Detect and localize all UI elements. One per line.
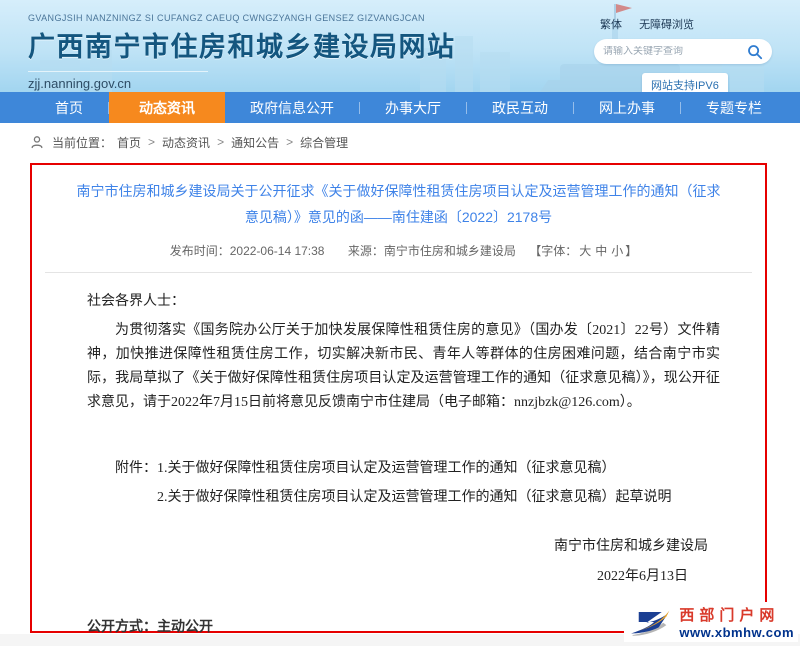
article-title: 南宁市住房和城乡建设局关于公开征求《关于做好保障性租赁住房项目认定及运营管理工作… bbox=[70, 178, 727, 230]
ipv6-support-badge[interactable]: 网站支持IPV6 bbox=[642, 73, 728, 92]
attachment-link-2[interactable]: 2.关于做好保障性租赁住房项目认定及运营管理工作的通知（征求意见稿）起草说明 bbox=[157, 486, 720, 510]
site-title: 广西南宁市住房和城乡建设局网站 bbox=[28, 25, 456, 64]
font-size-small-button[interactable]: 小 bbox=[611, 244, 623, 258]
font-size-medium-button[interactable]: 中 bbox=[595, 244, 607, 258]
breadcrumb-separator: > bbox=[286, 135, 293, 149]
search-box[interactable] bbox=[594, 39, 772, 64]
nav-item-news[interactable]: 动态资讯 bbox=[109, 92, 225, 123]
watermark-site-name: 西部门户网 bbox=[679, 604, 779, 625]
breadcrumb-home[interactable]: 首页 bbox=[117, 134, 141, 151]
body-paragraph: 为贯彻落实《国务院办公厅关于加快发展保障性租赁住房的意见》（国办发〔2021〕2… bbox=[87, 319, 720, 415]
breadcrumb-prefix: 当前位置： bbox=[52, 134, 112, 151]
nav-item-home[interactable]: 首页 bbox=[30, 92, 108, 123]
accessibility-link[interactable]: 无障碍浏览 bbox=[639, 19, 694, 31]
salutation: 社会各界人士： bbox=[87, 290, 720, 314]
breadcrumb-separator: > bbox=[148, 135, 155, 149]
location-person-icon bbox=[30, 135, 44, 149]
search-input[interactable] bbox=[603, 46, 747, 57]
publish-time: 发布时间：2022-06-14 17:38 bbox=[170, 244, 325, 258]
xbmhw-logo-icon bbox=[628, 604, 674, 640]
breadcrumb-notices[interactable]: 通知公告 bbox=[231, 134, 279, 151]
nav-item-special-topics[interactable]: 专题专栏 bbox=[681, 92, 787, 123]
traditional-chinese-link[interactable]: 繁体 bbox=[600, 19, 622, 31]
nav-item-gov-info[interactable]: 政府信息公开 bbox=[225, 92, 359, 123]
breadcrumb: 当前位置： 首页 > 动态资讯 > 通知公告 > 综合管理 bbox=[0, 123, 800, 161]
font-size-large-button[interactable]: 大 bbox=[579, 244, 591, 258]
font-size-label-close: 】 bbox=[625, 244, 637, 258]
article-source: 来源：南宁市住房和城乡建设局 bbox=[348, 244, 516, 258]
search-icon[interactable] bbox=[747, 44, 763, 60]
nav-item-service-hall[interactable]: 办事大厅 bbox=[360, 92, 466, 123]
font-size-label: 【字体： bbox=[529, 244, 577, 258]
breadcrumb-separator: > bbox=[217, 135, 224, 149]
site-url: zjj.nanning.gov.cn bbox=[28, 71, 208, 91]
signature-block: 南宁市住房和城乡建设局 2022年6月13日 bbox=[87, 532, 720, 592]
breadcrumb-news[interactable]: 动态资讯 bbox=[162, 134, 210, 151]
watermark-site-url: www.xbmhw.com bbox=[679, 625, 794, 640]
zhuang-language-title: GVANGJSIH NANZNINGZ SI CUFANGZ CAEUQ CWN… bbox=[28, 13, 456, 23]
signature-date: 2022年6月13日 bbox=[87, 562, 688, 592]
article-body: 社会各界人士： 为贯彻落实《国务院办公厅关于加快发展保障性租赁住房的意见》（国办… bbox=[32, 273, 765, 638]
breadcrumb-current: 综合管理 bbox=[300, 134, 348, 151]
article-red-box: 南宁市住房和城乡建设局关于公开征求《关于做好保障性租赁住房项目认定及运营管理工作… bbox=[30, 163, 767, 633]
nav-item-interaction[interactable]: 政民互动 bbox=[467, 92, 573, 123]
main-nav: 首页 动态资讯 政府信息公开 办事大厅 政民互动 网上办事 专题专栏 bbox=[0, 92, 800, 123]
nav-item-online-service[interactable]: 网上办事 bbox=[574, 92, 680, 123]
site-header: GVANGJSIH NANZNINGZ SI CUFANGZ CAEUQ CWN… bbox=[0, 0, 800, 92]
article-meta: 发布时间：2022-06-14 17:38 来源：南宁市住房和城乡建设局 【字体… bbox=[45, 242, 752, 273]
attachment-link-1[interactable]: 附件：1.关于做好保障性租赁住房项目认定及运营管理工作的通知（征求意见稿） bbox=[87, 457, 720, 481]
signature-organization: 南宁市住房和城乡建设局 bbox=[87, 532, 708, 562]
xbmhw-watermark-link[interactable]: 西部门户网 www.xbmhw.com bbox=[624, 602, 798, 642]
